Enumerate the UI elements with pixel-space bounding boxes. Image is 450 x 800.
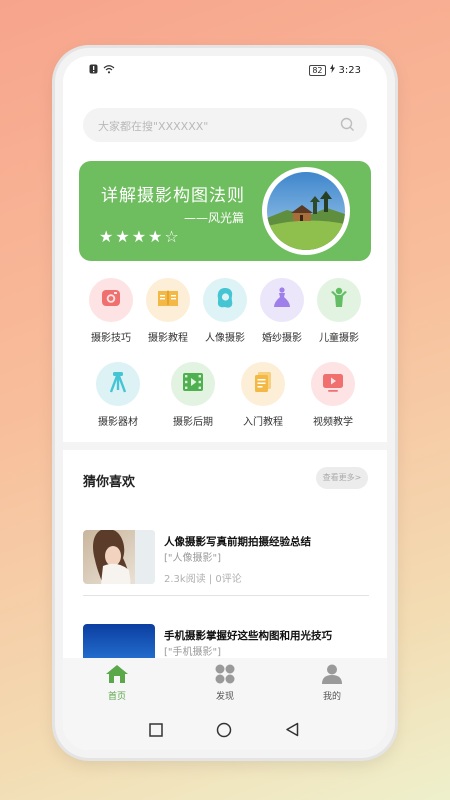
category-wedding[interactable]: 婚纱摄影 xyxy=(252,278,312,344)
article-title: 人像摄影写真前期拍摄经验总结 xyxy=(164,536,311,548)
book-icon xyxy=(156,287,180,313)
banner-subtitle: ——风光篇 xyxy=(184,211,245,225)
back-button-icon[interactable] xyxy=(285,722,299,741)
battery-indicator: 82 xyxy=(309,64,326,76)
category-equipment[interactable]: 摄影器材 xyxy=(88,362,148,428)
charging-icon xyxy=(329,64,335,76)
category-label: 摄影器材 xyxy=(98,417,138,428)
section-title: 猜你喜欢 xyxy=(83,475,136,490)
tab-discover[interactable]: 发现 xyxy=(195,664,255,702)
article-thumbnail xyxy=(83,530,155,584)
category-children[interactable]: 儿童摄影 xyxy=(309,278,369,344)
category-label: 摄影后期 xyxy=(173,417,213,428)
notification-icon xyxy=(89,64,98,77)
banner-title: 详解摄影构图法则 xyxy=(101,186,245,206)
category-portrait[interactable]: 人像摄影 xyxy=(195,278,255,344)
article-meta: 2.3k阅读 | 0评论 xyxy=(164,574,242,585)
section-divider xyxy=(63,442,387,450)
wedding-dress-icon xyxy=(271,286,293,314)
tab-label: 发现 xyxy=(215,692,234,702)
status-bar: 82 3:23 xyxy=(63,56,387,84)
search-icon[interactable] xyxy=(340,117,355,136)
featured-banner[interactable]: 详解摄影构图法则 ——风光篇 ★★★★☆ xyxy=(79,161,371,261)
home-button-icon[interactable] xyxy=(216,722,232,742)
article-item[interactable]: 人像摄影写真前期拍摄经验总结 ["人像摄影"] 2.3k阅读 | 0评论 xyxy=(83,530,373,592)
article-divider xyxy=(83,595,369,596)
film-icon xyxy=(181,371,205,397)
category-post-processing[interactable]: 摄影后期 xyxy=(163,362,223,428)
article-tag: ["手机摄影"] xyxy=(164,647,222,658)
search-bar[interactable]: 大家都在搜"XXXXXX" xyxy=(83,108,367,142)
view-more-button[interactable]: 查看更多> xyxy=(316,467,368,489)
category-grid-row2: 摄影器材 摄影后期 入门教程 视频教学 xyxy=(85,362,365,432)
document-icon xyxy=(252,370,274,398)
banner-landscape-image xyxy=(262,167,350,255)
category-grid-row1: 摄影技巧 摄影教程 人像摄影 婚纱摄影 儿童摄影 xyxy=(83,278,367,348)
category-label: 摄影技巧 xyxy=(91,333,131,344)
category-label: 婚纱摄影 xyxy=(262,333,302,344)
system-nav-bar xyxy=(63,710,387,750)
portrait-icon xyxy=(214,286,236,314)
article-title: 手机摄影掌握好这些构图和用光技巧 xyxy=(164,630,332,642)
category-photo-tips[interactable]: 摄影技巧 xyxy=(81,278,141,344)
category-photo-tutorial[interactable]: 摄影教程 xyxy=(138,278,198,344)
grid-icon xyxy=(214,664,236,688)
category-beginner[interactable]: 入门教程 xyxy=(233,362,293,428)
category-label: 视频教学 xyxy=(313,417,353,428)
tab-me[interactable]: 我的 xyxy=(302,664,362,702)
camera-icon xyxy=(100,287,122,313)
category-label: 入门教程 xyxy=(243,417,283,428)
category-label: 人像摄影 xyxy=(205,333,245,344)
banner-rating-stars: ★★★★☆ xyxy=(99,227,181,246)
user-icon xyxy=(321,664,343,688)
category-label: 儿童摄影 xyxy=(319,333,359,344)
child-icon xyxy=(328,286,350,314)
video-icon xyxy=(321,371,345,397)
bottom-tab-bar: 首页 发现 我的 xyxy=(63,658,387,710)
category-label: 摄影教程 xyxy=(148,333,188,344)
article-tag: ["人像摄影"] xyxy=(164,553,222,564)
wifi-icon xyxy=(103,64,115,77)
recents-button-icon[interactable] xyxy=(149,722,163,741)
category-video[interactable]: 视频教学 xyxy=(303,362,363,428)
home-icon xyxy=(105,665,129,688)
search-placeholder: 大家都在搜"XXXXXX" xyxy=(98,120,209,133)
app-screen: 82 3:23 大家都在搜"XXXXXX" 详解摄影构图法则 ——风光篇 ★★★… xyxy=(63,56,387,750)
status-time: 3:23 xyxy=(338,64,361,76)
tripod-icon xyxy=(107,370,129,398)
tab-label: 首页 xyxy=(107,692,126,702)
tab-home[interactable]: 首页 xyxy=(87,664,147,702)
tab-label: 我的 xyxy=(322,692,341,702)
